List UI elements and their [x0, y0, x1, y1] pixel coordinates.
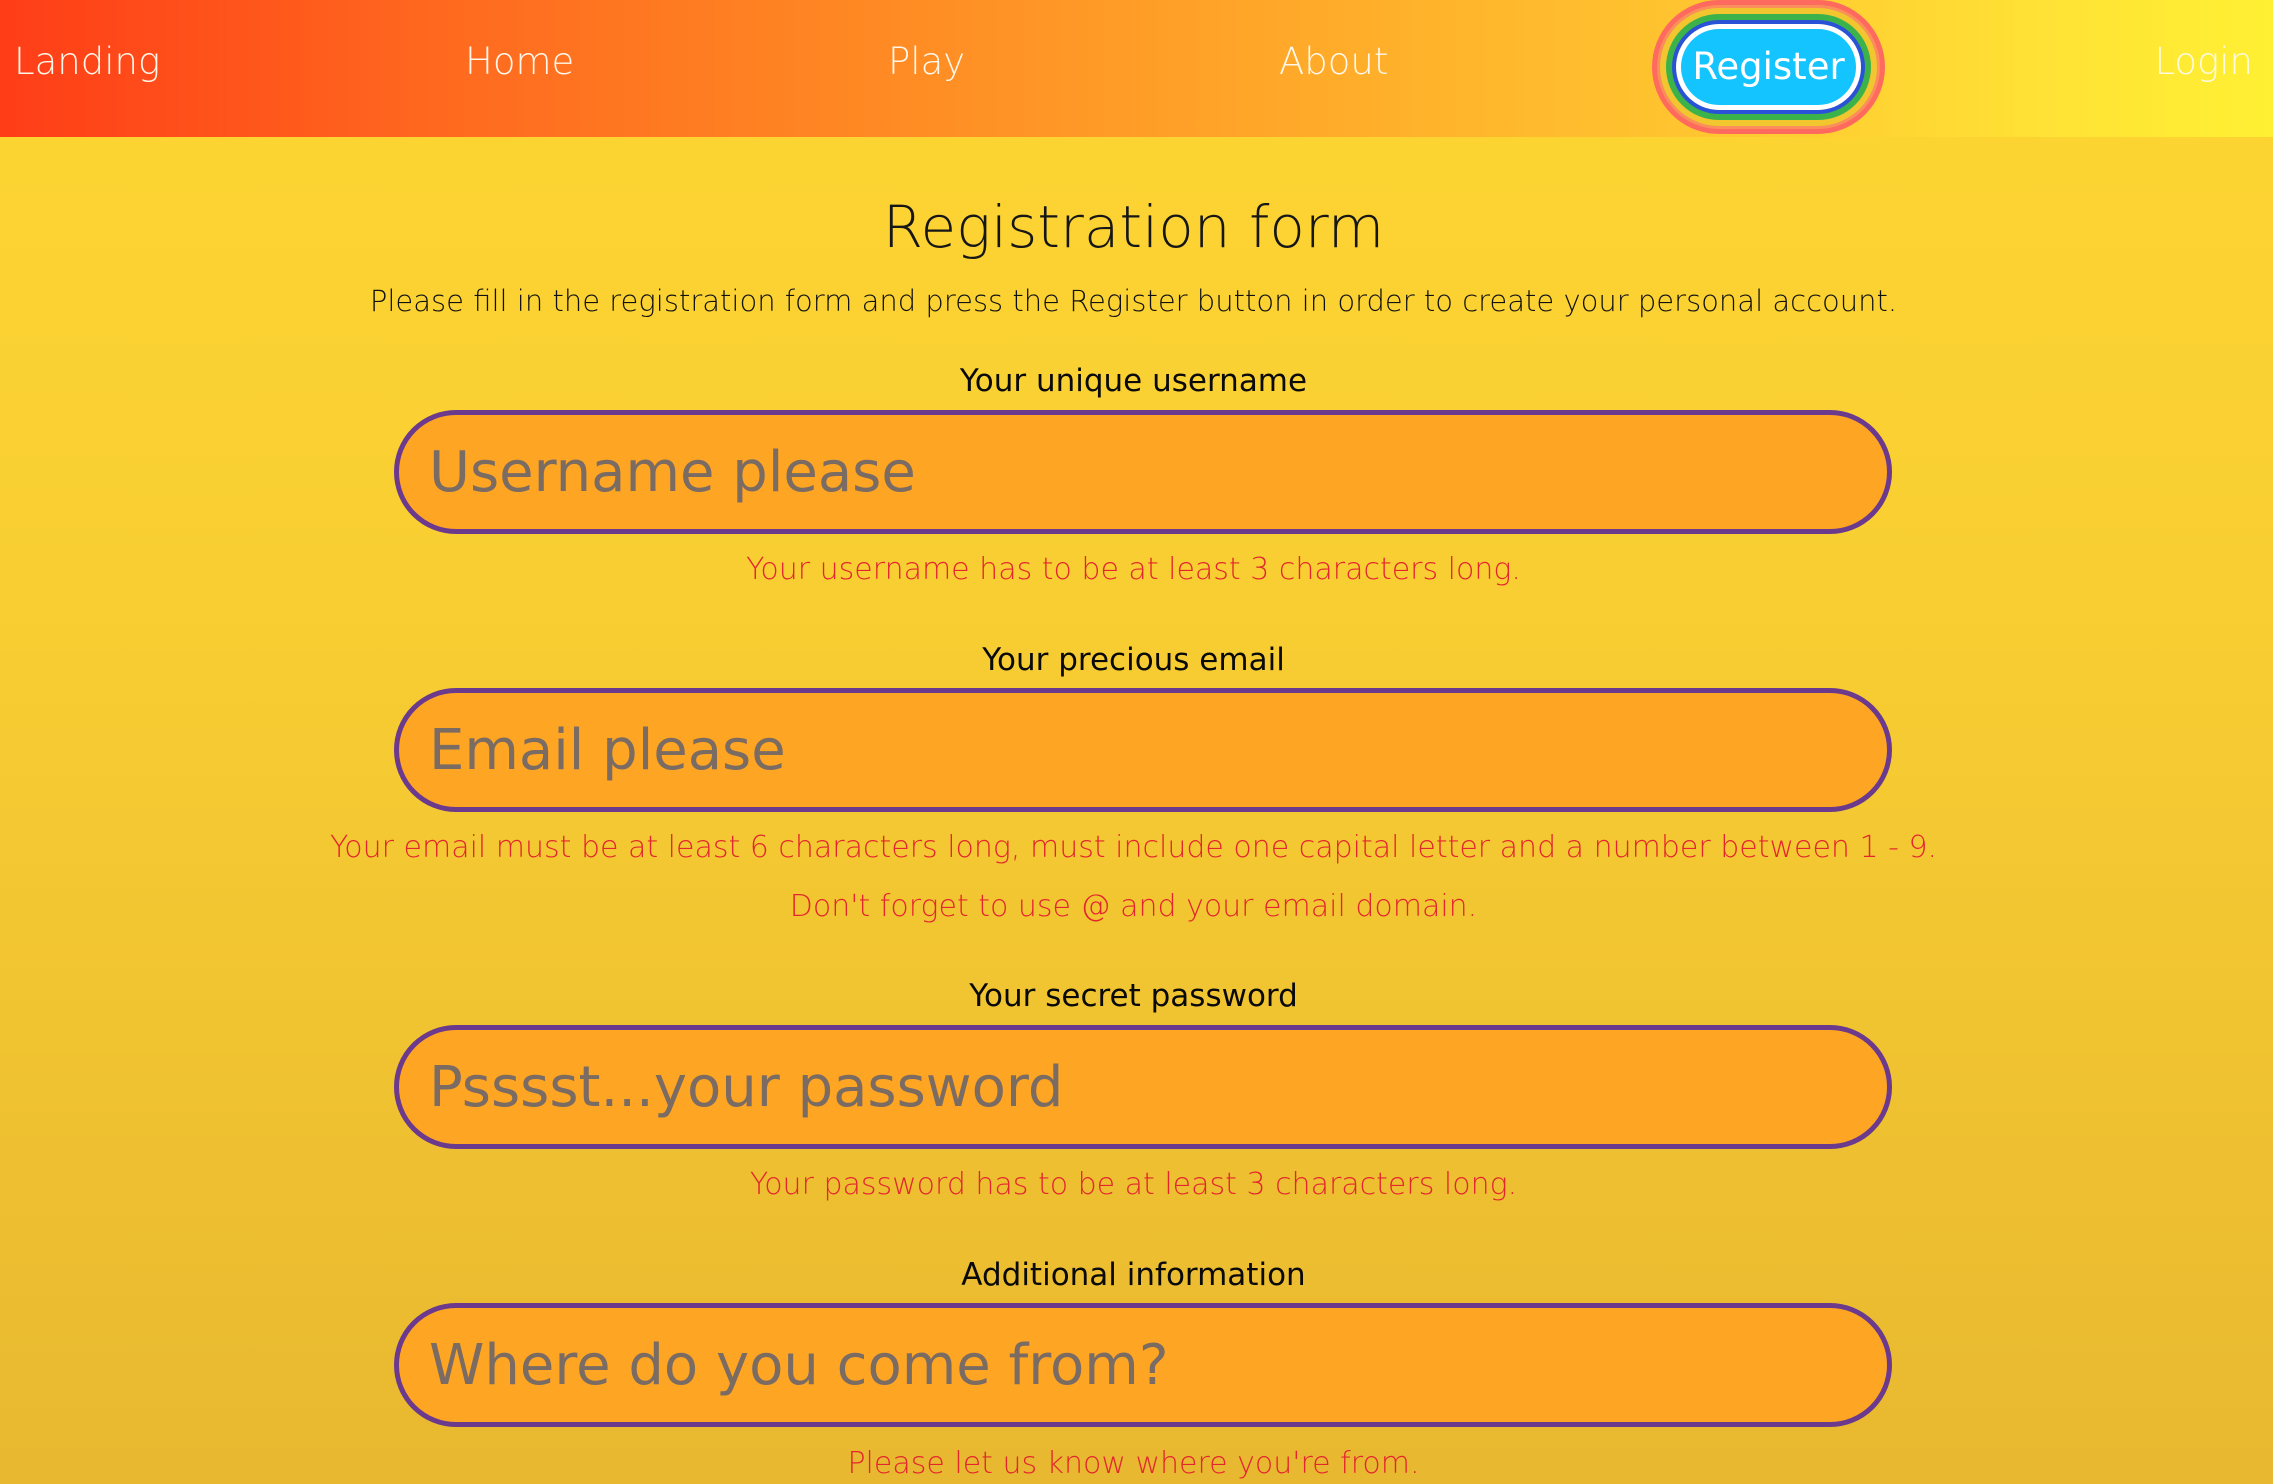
- username-input[interactable]: [394, 410, 1892, 534]
- top-navbar: Landing Home Play About Register Login: [0, 0, 2273, 137]
- username-hint: Your username has to be at least 3 chara…: [746, 552, 1521, 587]
- nav-home-link[interactable]: Home: [465, 0, 574, 124]
- email-hint-domain: Don't forget to use @ and your email dom…: [789, 889, 1478, 924]
- username-label: Your unique username: [959, 363, 1308, 399]
- additional-info-hint: Please let us know where you're from.: [847, 1446, 1420, 1481]
- email-input[interactable]: [394, 688, 1892, 812]
- additional-info-label: Additional information: [961, 1257, 1306, 1293]
- nav-landing-link[interactable]: Landing: [14, 0, 160, 124]
- password-hint: Your password has to be at least 3 chara…: [749, 1167, 1518, 1202]
- password-input[interactable]: [394, 1025, 1892, 1149]
- form-intro-text: Please fill in the registration form and…: [369, 284, 1898, 318]
- nav-play-link[interactable]: Play: [888, 0, 965, 124]
- page-title: Registration form: [882, 193, 1385, 261]
- email-label: Your precious email: [982, 642, 1285, 678]
- password-label: Your secret password: [969, 978, 1298, 1014]
- nav-login-link[interactable]: Login: [2154, 0, 2253, 124]
- nav-register-label[interactable]: Register: [1681, 29, 1856, 105]
- nav-about-link[interactable]: About: [1279, 0, 1388, 124]
- email-hint: Your email must be at least 6 characters…: [329, 830, 1938, 865]
- nav-register-button[interactable]: Register: [1652, 0, 1885, 134]
- additional-info-input[interactable]: [394, 1303, 1892, 1427]
